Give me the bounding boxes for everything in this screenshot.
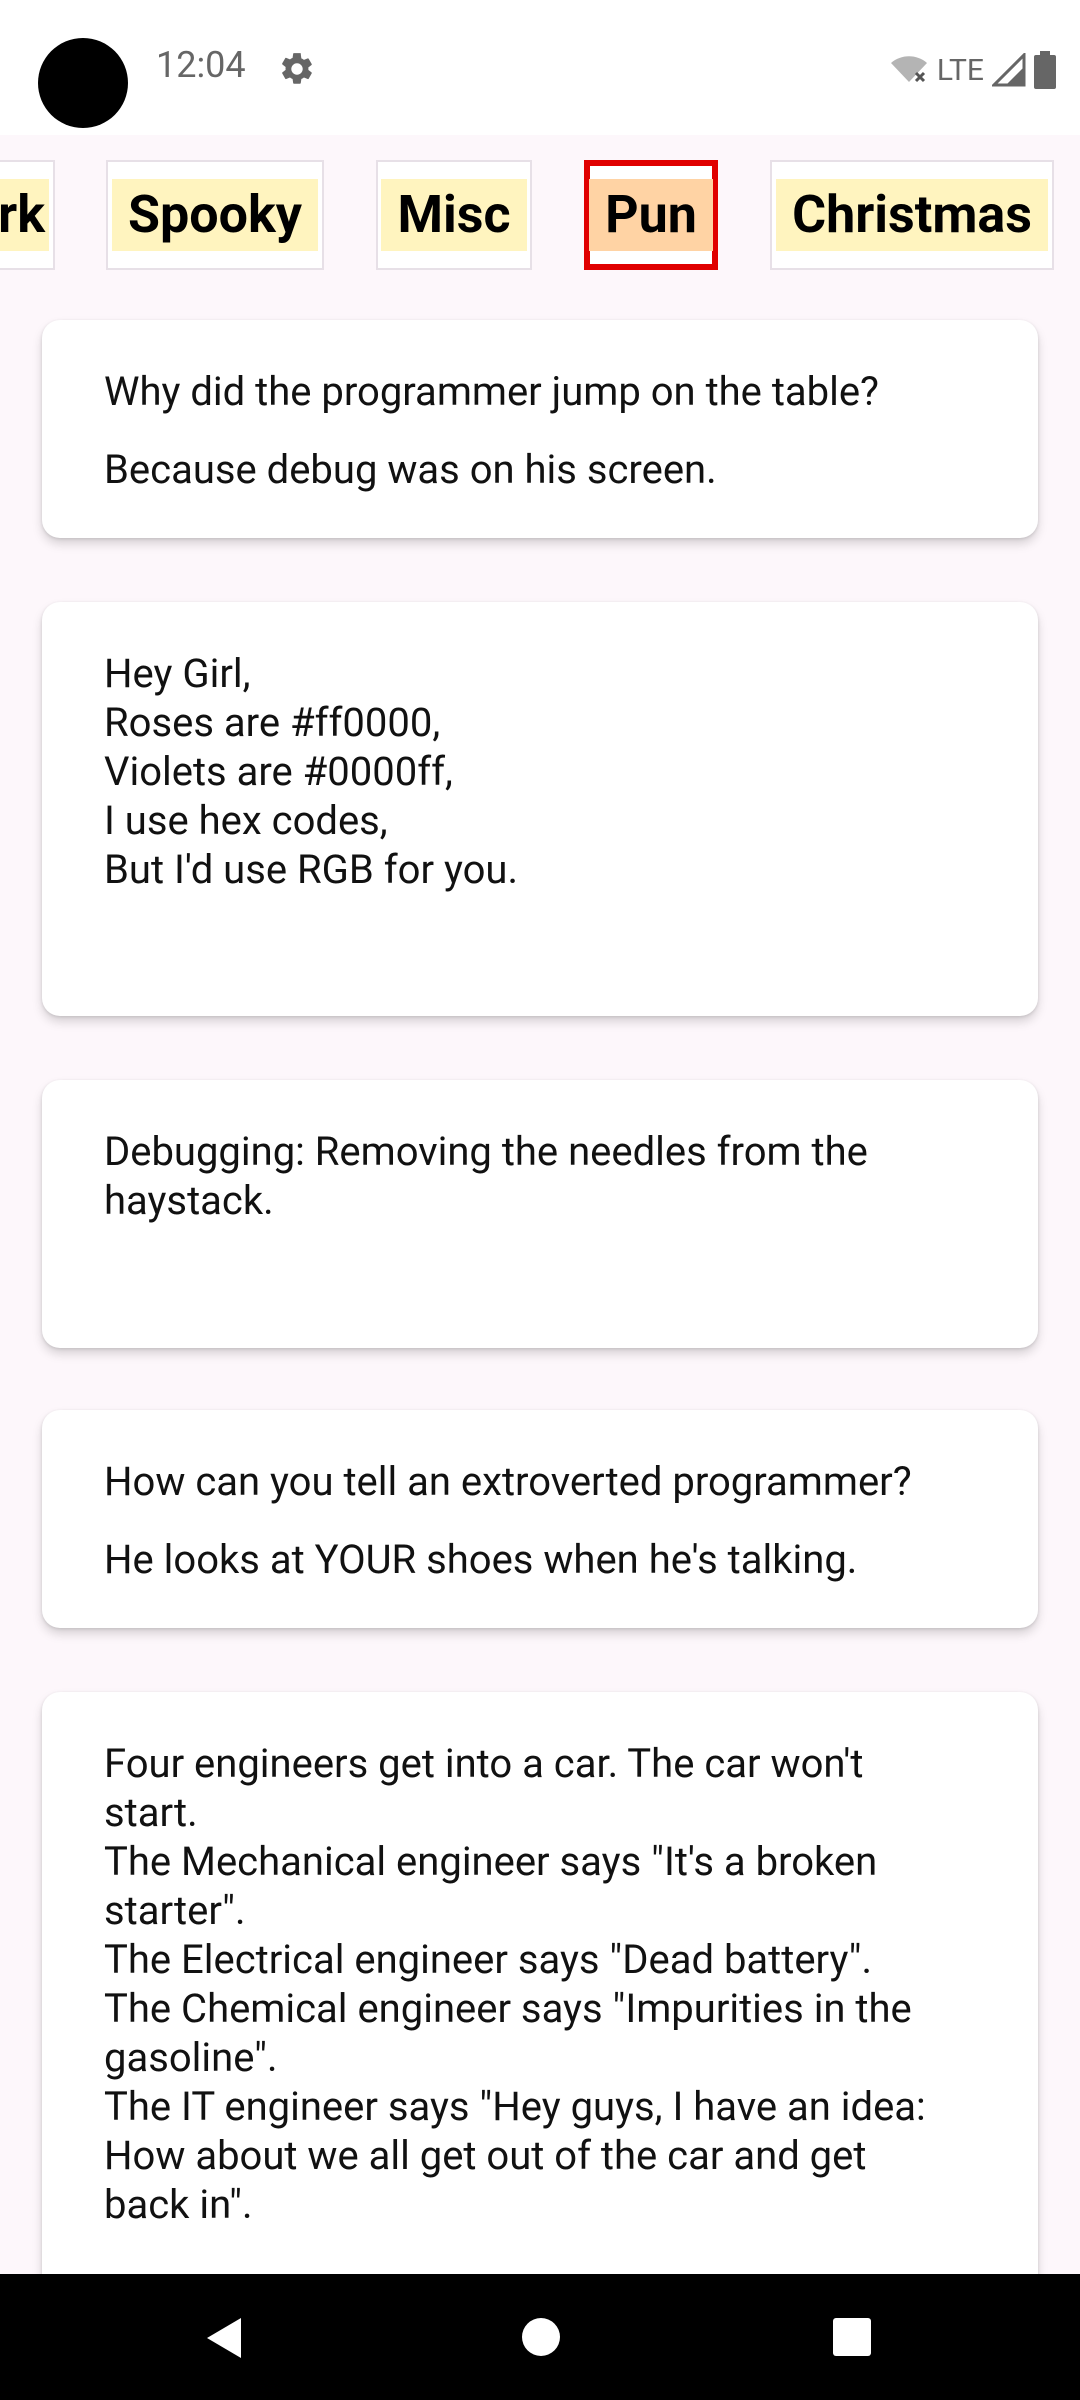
- category-chip-label: Christmas: [776, 179, 1048, 251]
- category-chip-row[interactable]: rk Spooky Misc Pun Christmas: [0, 160, 1080, 275]
- signal-icon: [992, 53, 1026, 87]
- joke-line: But I'd use RGB for you.: [104, 846, 518, 893]
- camera-cutout: [38, 38, 128, 128]
- joke-delivery: Because debug was on his screen.: [104, 446, 717, 493]
- recents-icon[interactable]: [832, 2317, 872, 2357]
- joke-line: Debugging: Removing the needles from the: [104, 1128, 868, 1175]
- status-icons: LTE: [889, 48, 1056, 92]
- network-type: LTE: [936, 52, 984, 88]
- battery-icon: [1034, 51, 1056, 89]
- joke-line: The Chemical engineer says "Impurities i…: [104, 1985, 912, 2032]
- joke-line: starter".: [104, 1887, 246, 1934]
- joke-line: Four engineers get into a car. The car w…: [104, 1740, 864, 1787]
- joke-line: gasoline".: [104, 2034, 278, 2081]
- joke-card[interactable]: Four engineers get into a car. The car w…: [42, 1692, 1038, 2312]
- joke-line: I use hex codes,: [104, 797, 388, 844]
- status-bar: 12:04 LTE: [0, 0, 1080, 135]
- joke-line: haystack.: [104, 1177, 274, 1224]
- category-chip-christmas[interactable]: Christmas: [770, 160, 1054, 270]
- joke-card[interactable]: Hey Girl, Roses are #ff0000, Violets are…: [42, 602, 1038, 1016]
- joke-card[interactable]: Debugging: Removing the needles from the…: [42, 1080, 1038, 1348]
- joke-delivery: He looks at YOUR shoes when he's talking…: [104, 1536, 858, 1583]
- home-icon[interactable]: [520, 2316, 562, 2358]
- joke-line: The IT engineer says "Hey guys, I have a…: [104, 2083, 926, 2130]
- category-chip-misc[interactable]: Misc: [376, 160, 532, 270]
- joke-line: Hey Girl,: [104, 650, 251, 697]
- category-chip-pun[interactable]: Pun: [584, 160, 718, 270]
- category-chip-dark[interactable]: rk: [0, 160, 55, 270]
- back-icon[interactable]: [203, 2316, 247, 2360]
- joke-setup: How can you tell an extroverted programm…: [104, 1458, 912, 1505]
- status-time: 12:04: [156, 44, 246, 86]
- joke-setup: Why did the programmer jump on the table…: [104, 368, 879, 415]
- joke-line: The Mechanical engineer says "It's a bro…: [104, 1838, 878, 1885]
- joke-line: The Electrical engineer says "Dead batte…: [104, 1936, 873, 1983]
- joke-card[interactable]: Why did the programmer jump on the table…: [42, 320, 1038, 538]
- joke-card[interactable]: How can you tell an extroverted programm…: [42, 1410, 1038, 1628]
- navigation-bar: [0, 2274, 1080, 2400]
- category-chip-label: Misc: [381, 179, 527, 251]
- category-chip-label: Pun: [589, 179, 713, 251]
- joke-line: start.: [104, 1789, 198, 1836]
- gear-icon: [282, 53, 312, 84]
- app-screen: 12:04 LTE rk Spooky Misc Pun Christmas W…: [0, 0, 1080, 2400]
- joke-line: back in".: [104, 2181, 253, 2228]
- category-chip-label: Spooky: [112, 179, 318, 251]
- category-chip-label: rk: [0, 179, 49, 251]
- wifi-icon: [890, 56, 927, 83]
- category-chip-spooky[interactable]: Spooky: [106, 160, 324, 270]
- joke-line: Violets are #0000ff,: [104, 748, 453, 795]
- joke-line: Roses are #ff0000,: [104, 699, 441, 746]
- joke-line: How about we all get out of the car and …: [104, 2132, 867, 2179]
